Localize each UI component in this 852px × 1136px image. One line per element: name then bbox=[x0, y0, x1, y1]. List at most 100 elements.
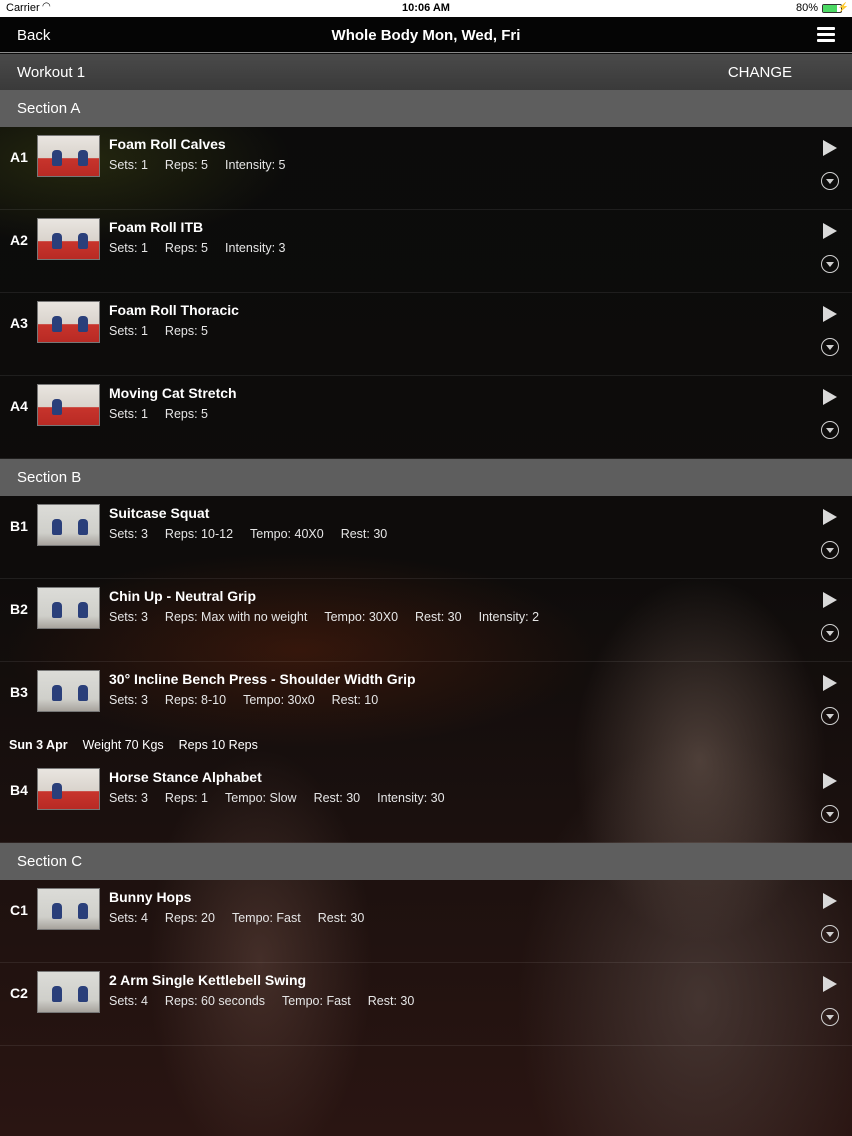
stat-sets: Sets: 4 bbox=[109, 911, 148, 925]
exercise-name: 30° Incline Bench Press - Shoulder Width… bbox=[109, 671, 416, 687]
exercise-name: 2 Arm Single Kettlebell Swing bbox=[109, 972, 307, 988]
exercise-stats: Sets: 4 Reps: 20 Tempo: Fast Rest: 30 bbox=[109, 911, 381, 925]
stat-reps: Reps: 5 bbox=[164, 324, 209, 338]
play-icon[interactable] bbox=[823, 223, 837, 239]
exercise-thumbnail[interactable] bbox=[37, 301, 100, 343]
stat-reps: Reps: 1 bbox=[164, 791, 209, 805]
stat-tempo: Tempo: Fast bbox=[281, 994, 351, 1008]
stat-sets: Sets: 3 bbox=[109, 791, 148, 805]
exercise-stats: Sets: 3 Reps: 10-12 Tempo: 40X0 Rest: 30 bbox=[109, 527, 404, 541]
exercise-row[interactable]: B1 Suitcase Squat Sets: 3 Reps: 10-12 Temp… bbox=[0, 496, 852, 579]
stat-tempo: Tempo: Fast bbox=[231, 911, 301, 925]
exercise-stats: Sets: 3 Reps: 1 Tempo: Slow Rest: 30 Intensi… bbox=[109, 791, 462, 805]
chevron-down-circle-icon[interactable] bbox=[821, 255, 839, 273]
exercise-thumbnail[interactable] bbox=[37, 768, 100, 810]
exercise-code: C1 bbox=[10, 902, 28, 918]
stat-rest: Rest: 30 bbox=[367, 994, 415, 1008]
chevron-down-circle-icon[interactable] bbox=[821, 541, 839, 559]
workout-selector: Workout 1 CHANGE bbox=[0, 54, 852, 90]
chevron-down-circle-icon[interactable] bbox=[821, 338, 839, 356]
play-icon[interactable] bbox=[823, 389, 837, 405]
chevron-down-circle-icon[interactable] bbox=[821, 421, 839, 439]
exercise-stats: Sets: 1 Reps: 5 bbox=[109, 324, 225, 338]
chevron-down-circle-icon[interactable] bbox=[821, 925, 839, 943]
history-weight: Weight 70 Kgs bbox=[82, 738, 164, 752]
exercise-thumbnail[interactable] bbox=[37, 971, 100, 1013]
chevron-down-circle-icon[interactable] bbox=[821, 707, 839, 725]
page-title: Whole Body Mon, Wed, Fri bbox=[331, 27, 521, 44]
exercise-stats: Sets: 1 Reps: 5 Intensity: 5 bbox=[109, 158, 302, 172]
play-icon[interactable] bbox=[823, 675, 837, 691]
exercise-code: B1 bbox=[10, 518, 28, 534]
exercise-name: Chin Up - Neutral Grip bbox=[109, 588, 256, 604]
clock: 10:06 AM bbox=[402, 2, 450, 14]
exercise-code: A4 bbox=[10, 398, 28, 414]
stat-reps: Reps: 5 bbox=[164, 158, 209, 172]
exercise-code: A3 bbox=[10, 315, 28, 331]
exercise-stats: Sets: 3 Reps: Max with no weight Tempo: 30… bbox=[109, 610, 556, 624]
play-icon[interactable] bbox=[823, 893, 837, 909]
chevron-down-circle-icon[interactable] bbox=[821, 1008, 839, 1026]
exercise-row[interactable]: A4 Moving Cat Stretch Sets: 1 Reps: 5 bbox=[0, 376, 852, 459]
exercise-name: Moving Cat Stretch bbox=[109, 385, 237, 401]
exercise-thumbnail[interactable] bbox=[37, 218, 100, 260]
play-icon[interactable] bbox=[823, 306, 837, 322]
hamburger-menu-icon[interactable] bbox=[817, 27, 835, 43]
exercise-thumbnail[interactable] bbox=[37, 384, 100, 426]
play-icon[interactable] bbox=[823, 976, 837, 992]
exercise-row[interactable]: B2 Chin Up - Neutral Grip Sets: 3 Reps: M… bbox=[0, 579, 852, 662]
exercise-code: B2 bbox=[10, 601, 28, 617]
play-icon[interactable] bbox=[823, 773, 837, 789]
stat-reps: Reps: 20 bbox=[164, 911, 215, 925]
exercise-stats: Sets: 1 Reps: 5 Intensity: 3 bbox=[109, 241, 302, 255]
stat-rest: Rest: 30 bbox=[340, 527, 388, 541]
section-title: Section A bbox=[17, 100, 81, 117]
stat-tempo: Tempo: 40X0 bbox=[250, 527, 324, 541]
stat-rest: Rest: 10 bbox=[331, 693, 379, 707]
navigation-bar: Back Whole Body Mon, Wed, Fri bbox=[0, 17, 852, 53]
exercise-thumbnail[interactable] bbox=[37, 587, 100, 629]
exercise-row[interactable]: B3 30° Incline Bench Press - Shoulder Wi… bbox=[0, 662, 852, 738]
stat-sets: Sets: 3 bbox=[109, 693, 148, 707]
exercise-row[interactable]: A3 Foam Roll Thoracic Sets: 1 Reps: 5 bbox=[0, 293, 852, 376]
exercise-stats: Sets: 1 Reps: 5 bbox=[109, 407, 225, 421]
stat-intensity: Intensity: 3 bbox=[225, 241, 286, 255]
exercise-code: B3 bbox=[10, 684, 28, 700]
play-icon[interactable] bbox=[823, 140, 837, 156]
exercise-row[interactable]: C2 2 Arm Single Kettlebell Swing Sets: 4… bbox=[0, 963, 852, 1046]
exercise-row[interactable]: B4 Horse Stance Alphabet Sets: 3 Reps: 1 T… bbox=[0, 760, 852, 843]
stat-reps: Reps: 5 bbox=[164, 407, 209, 421]
play-icon[interactable] bbox=[823, 592, 837, 608]
stat-sets: Sets: 1 bbox=[109, 407, 148, 421]
exercise-row[interactable]: A1 Foam Roll Calves Sets: 1 Reps: 5 Intens… bbox=[0, 127, 852, 210]
stat-tempo: Tempo: Slow bbox=[225, 791, 297, 805]
stat-reps: Reps: 60 seconds bbox=[164, 994, 265, 1008]
exercise-code: A1 bbox=[10, 149, 28, 165]
exercise-code: B4 bbox=[10, 782, 28, 798]
chevron-down-circle-icon[interactable] bbox=[821, 172, 839, 190]
stat-tempo: Tempo: 30x0 bbox=[243, 693, 315, 707]
exercise-history: Sun 3 Apr Weight 70 Kgs Reps 10 Reps bbox=[9, 738, 273, 752]
section-title: Section C bbox=[17, 853, 83, 870]
exercise-thumbnail[interactable] bbox=[37, 888, 100, 930]
exercise-stats: Sets: 4 Reps: 60 seconds Tempo: Fast Rest: … bbox=[109, 994, 431, 1008]
exercise-thumbnail[interactable] bbox=[37, 504, 100, 546]
stat-intensity: Intensity: 2 bbox=[478, 610, 540, 624]
exercise-row[interactable]: A2 Foam Roll ITB Sets: 1 Reps: 5 Intensity… bbox=[0, 210, 852, 293]
history-reps: Reps 10 Reps bbox=[178, 738, 258, 752]
stat-intensity: Intensity: 30 bbox=[377, 791, 445, 805]
change-button[interactable]: CHANGE bbox=[728, 64, 792, 81]
section-title: Section B bbox=[17, 469, 82, 486]
play-icon[interactable] bbox=[823, 509, 837, 525]
chevron-down-circle-icon[interactable] bbox=[821, 805, 839, 823]
stat-intensity: Intensity: 5 bbox=[225, 158, 286, 172]
exercise-row[interactable]: C1 Bunny Hops Sets: 4 Reps: 20 Tempo: Fast… bbox=[0, 880, 852, 963]
chevron-down-circle-icon[interactable] bbox=[821, 624, 839, 642]
stat-sets: Sets: 1 bbox=[109, 158, 148, 172]
stat-rest: Rest: 30 bbox=[317, 911, 365, 925]
stat-reps: Reps: 5 bbox=[164, 241, 209, 255]
exercise-thumbnail[interactable] bbox=[37, 670, 100, 712]
exercise-name: Foam Roll Thoracic bbox=[109, 302, 239, 318]
exercise-thumbnail[interactable] bbox=[37, 135, 100, 177]
stat-rest: Rest: 30 bbox=[415, 610, 462, 624]
